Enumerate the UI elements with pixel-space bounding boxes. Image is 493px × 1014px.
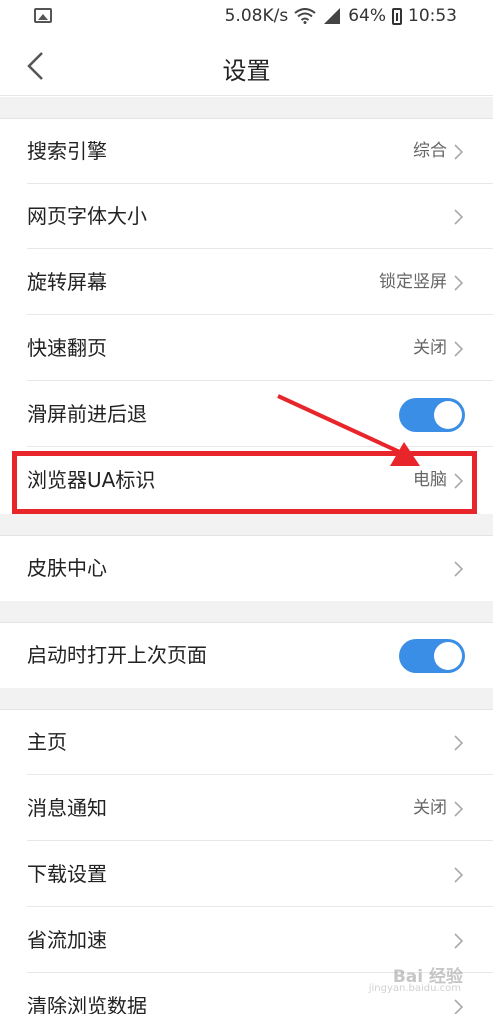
chevron-right-icon bbox=[454, 144, 463, 160]
signal-icon bbox=[324, 8, 341, 24]
row-label: 快速翻页 bbox=[27, 336, 107, 360]
row-label: 主页 bbox=[27, 730, 67, 754]
section-gap bbox=[0, 688, 493, 710]
row-label: 旋转屏幕 bbox=[27, 270, 107, 294]
watermark-sub: jingyan.baidu.com bbox=[368, 983, 461, 994]
row-label: 省流加速 bbox=[27, 928, 107, 952]
settings-row-fast-page-turn[interactable]: 快速翻页 关闭 bbox=[0, 316, 493, 381]
divider bbox=[27, 380, 493, 381]
row-label: 下载设置 bbox=[27, 862, 107, 886]
swipe-navigation-toggle[interactable] bbox=[399, 398, 465, 432]
settings-row-search-engine[interactable]: 搜索引擎 综合 bbox=[0, 119, 493, 184]
nav-bar: 设置 bbox=[0, 34, 493, 96]
divider bbox=[27, 446, 493, 447]
row-value: 关闭 bbox=[413, 798, 447, 818]
status-right: 5.08K/s 64% 10:53 bbox=[225, 5, 457, 27]
chevron-right-icon bbox=[454, 867, 463, 883]
page-title: 设置 bbox=[222, 57, 271, 85]
section-gap bbox=[0, 97, 493, 119]
settings-row-swipe-navigation: 滑屏前进后退 bbox=[0, 382, 493, 447]
chevron-right-icon bbox=[454, 209, 463, 225]
restore-last-page-toggle[interactable] bbox=[399, 639, 465, 673]
toggle-knob bbox=[434, 642, 462, 670]
battery-percent: 64% bbox=[348, 6, 386, 26]
row-value: 关闭 bbox=[413, 338, 447, 358]
watermark-logo: Bai 经验 jingyan.baidu.com bbox=[368, 962, 463, 998]
section-gap bbox=[0, 601, 493, 623]
row-label: 滑屏前进后退 bbox=[27, 402, 147, 426]
row-label: 搜索引擎 bbox=[27, 139, 107, 163]
divider bbox=[27, 248, 493, 249]
section-gap bbox=[0, 514, 493, 536]
settings-row-rotate-screen[interactable]: 旋转屏幕 锁定竖屏 bbox=[0, 250, 493, 315]
settings-row-notifications[interactable]: 消息通知 关闭 bbox=[0, 776, 493, 841]
row-label: 皮肤中心 bbox=[27, 556, 107, 580]
settings-row-restore-last-page: 启动时打开上次页面 bbox=[0, 623, 493, 688]
toggle-knob bbox=[434, 401, 462, 429]
row-label: 清除浏览数据 bbox=[27, 994, 147, 1014]
settings-row-homepage[interactable]: 主页 bbox=[0, 710, 493, 775]
row-value: 综合 bbox=[413, 141, 447, 161]
divider bbox=[27, 314, 493, 315]
network-speed: 5.08K/s bbox=[224, 6, 289, 26]
wifi-icon bbox=[294, 8, 316, 24]
battery-icon bbox=[392, 7, 402, 25]
chevron-right-icon bbox=[454, 275, 463, 291]
gallery-notification-icon bbox=[34, 8, 52, 23]
status-bar: 5.08K/s 64% 10:53 bbox=[0, 0, 493, 34]
row-label: 启动时打开上次页面 bbox=[27, 643, 207, 667]
clock: 10:53 bbox=[408, 6, 457, 26]
chevron-right-icon bbox=[454, 999, 463, 1014]
divider bbox=[27, 774, 493, 775]
divider bbox=[27, 906, 493, 907]
chevron-right-icon bbox=[454, 561, 463, 577]
row-label: 网页字体大小 bbox=[27, 204, 147, 228]
settings-row-download[interactable]: 下载设置 bbox=[0, 842, 493, 907]
settings-row-skin-center[interactable]: 皮肤中心 bbox=[0, 536, 493, 601]
row-label: 消息通知 bbox=[27, 796, 107, 820]
settings-row-font-size[interactable]: 网页字体大小 bbox=[0, 184, 493, 249]
chevron-right-icon bbox=[454, 341, 463, 357]
chevron-right-icon bbox=[454, 933, 463, 949]
divider bbox=[27, 840, 493, 841]
annotation-highlight-box bbox=[12, 451, 477, 514]
chevron-right-icon bbox=[454, 801, 463, 817]
chevron-right-icon bbox=[454, 735, 463, 751]
row-value: 锁定竖屏 bbox=[379, 272, 447, 292]
